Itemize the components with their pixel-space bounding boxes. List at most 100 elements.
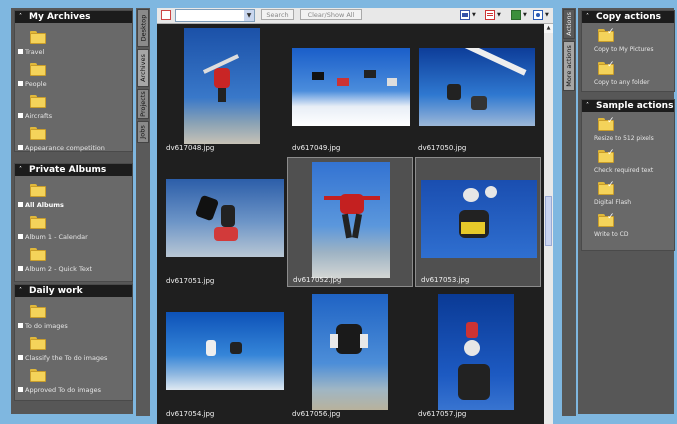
photo-tile-selected[interactable]: dv617053.jpg	[415, 157, 541, 287]
collapse-icon[interactable]: ˄	[19, 164, 26, 176]
action-write-to-cd[interactable]: ✓ Write to CD	[594, 212, 674, 244]
tab-desktop[interactable]: Desktop	[137, 9, 149, 47]
action-digital-flash[interactable]: ✓ Digital Flash	[594, 180, 674, 212]
photo-thumbnail[interactable]	[421, 180, 537, 258]
photo-thumbnail[interactable]	[166, 312, 284, 390]
checkmark-icon: ✓	[607, 60, 615, 70]
work-item-label: Classify the To do images	[25, 354, 108, 362]
search-input[interactable]: ▼	[175, 9, 255, 22]
work-item-approved[interactable]: Approved To do images	[18, 369, 130, 399]
right-panel: ˄ Copy actions ✓ Copy to My Pictures ✓ Co…	[578, 8, 675, 414]
chevron-down-icon[interactable]: ▼	[545, 12, 549, 18]
copy-actions-title: Copy actions	[596, 12, 661, 22]
settings-icon[interactable]	[533, 10, 543, 20]
albums-title: Private Albums	[29, 165, 107, 175]
archive-item-people[interactable]: People	[18, 63, 130, 93]
folder-icon	[30, 305, 46, 318]
tab-more-actions[interactable]: More actions	[563, 41, 575, 91]
archive-item-label: Appearance competition	[25, 144, 105, 152]
album-item-label: All Albums	[25, 201, 64, 209]
photo-tile[interactable]: dv617049.jpg	[287, 24, 411, 154]
expand-icon[interactable]	[18, 49, 23, 54]
photo-tile[interactable]: dv617050.jpg	[413, 24, 537, 154]
archives-title: My Archives	[29, 12, 91, 22]
vertical-scrollbar[interactable]: ▲	[544, 24, 553, 424]
expand-icon[interactable]	[18, 113, 23, 118]
chevron-up-icon[interactable]: ▲	[544, 24, 553, 33]
album-item-label: Album 1 - Calendar	[25, 233, 88, 241]
folder-icon	[30, 369, 46, 382]
clear-show-all-button[interactable]: Clear/Show All	[300, 9, 362, 20]
expand-icon[interactable]	[18, 202, 23, 207]
collapse-icon[interactable]: ˄	[19, 285, 26, 297]
chevron-down-icon[interactable]: ▼	[497, 12, 501, 18]
photo-filename: dv617057.jpg	[418, 410, 467, 418]
photo-thumbnail[interactable]	[312, 162, 390, 278]
tab-archives[interactable]: Archives	[137, 49, 149, 87]
work-item-classify[interactable]: Classify the To do images	[18, 337, 130, 367]
archives-header[interactable]: ˄ My Archives	[15, 11, 132, 23]
tab-label: Actions	[565, 12, 573, 36]
archive-item-travel[interactable]: Travel	[18, 31, 130, 61]
photo-thumbnail[interactable]	[438, 294, 514, 410]
expand-icon[interactable]	[18, 355, 23, 360]
expand-icon[interactable]	[18, 387, 23, 392]
action-copy-to-any-folder[interactable]: ✓ Copy to any folder	[594, 60, 674, 92]
photo-thumbnail[interactable]	[419, 48, 535, 126]
action-label: Check required text	[594, 167, 654, 174]
archive-item-aircrafts[interactable]: Aircrafts	[18, 95, 130, 125]
work-item-label: To do images	[25, 322, 68, 330]
photo-grid[interactable]: dv617048.jpg dv617049.jpg dv617050.jpg d…	[157, 24, 544, 424]
photo-tile[interactable]: dv617056.jpg	[287, 290, 411, 420]
toolbar: ▼ Search Clear/Show All ▼ ▼ ▼ ▼	[157, 8, 553, 24]
sort-icon[interactable]	[511, 10, 521, 20]
photo-thumbnail[interactable]	[312, 294, 388, 410]
expand-icon[interactable]	[18, 145, 23, 150]
action-label: Digital Flash	[594, 199, 632, 206]
photo-thumbnail[interactable]	[292, 48, 410, 126]
action-check-required-text[interactable]: ✓ Check required text	[594, 148, 674, 180]
album-item-all[interactable]: All Albums	[18, 184, 130, 214]
collapse-icon[interactable]: ˄	[19, 11, 26, 23]
chevron-down-icon[interactable]: ▼	[523, 12, 527, 18]
scrollbar-thumb[interactable]	[545, 196, 552, 246]
grid-view-icon[interactable]	[485, 10, 495, 20]
photo-tile[interactable]: dv617054.jpg	[161, 290, 285, 420]
action-resize[interactable]: ✓ Resize to 512 pixels	[594, 116, 674, 148]
chevron-down-icon[interactable]: ▼	[472, 12, 476, 18]
expand-icon[interactable]	[18, 234, 23, 239]
right-vertical-tabs: Actions More actions	[562, 8, 576, 416]
photo-thumbnail[interactable]	[184, 28, 260, 144]
copy-actions-header[interactable]: ˄ Copy actions	[582, 11, 674, 23]
action-copy-to-my-pictures[interactable]: ✓ Copy to My Pictures	[594, 27, 674, 59]
collapse-icon[interactable]: ˄	[586, 100, 593, 112]
tab-actions[interactable]: Actions	[563, 9, 575, 39]
photo-tile[interactable]: dv617048.jpg	[161, 24, 285, 154]
work-header[interactable]: ˄ Daily work	[15, 285, 132, 297]
expand-icon[interactable]	[18, 323, 23, 328]
album-item-calendar[interactable]: Album 1 - Calendar	[18, 216, 130, 246]
tab-projects[interactable]: Projects	[137, 89, 149, 119]
photo-thumbnail[interactable]	[166, 179, 284, 257]
search-button[interactable]: Search	[261, 9, 294, 20]
expand-icon[interactable]	[18, 266, 23, 271]
sample-actions-header[interactable]: ˄ Sample actions	[582, 100, 674, 112]
albums-header[interactable]: ˄ Private Albums	[15, 164, 132, 176]
archives-section: ˄ My Archives Travel People Aircrafts App…	[14, 10, 133, 152]
photo-filename: dv617052.jpg	[293, 276, 342, 284]
filter-icon[interactable]	[460, 10, 470, 20]
album-item-quick-text[interactable]: Album 2 - Quick Text	[18, 248, 130, 278]
document-icon[interactable]	[161, 10, 171, 20]
checkmark-icon: ✓	[607, 180, 615, 190]
left-vertical-tabs: Desktop Archives Projects Jobs	[136, 8, 150, 416]
photo-tile-selected[interactable]: dv617052.jpg	[287, 157, 413, 287]
photo-tile[interactable]: dv617051.jpg	[161, 157, 285, 287]
folder-icon	[30, 337, 46, 350]
archive-item-appearance[interactable]: Appearance competition	[18, 127, 130, 157]
expand-icon[interactable]	[18, 81, 23, 86]
tab-jobs[interactable]: Jobs	[137, 121, 149, 143]
collapse-icon[interactable]: ˄	[586, 11, 593, 23]
work-item-todo[interactable]: To do images	[18, 305, 130, 335]
photo-tile[interactable]: dv617057.jpg	[413, 290, 537, 420]
chevron-down-icon[interactable]: ▼	[244, 10, 254, 21]
